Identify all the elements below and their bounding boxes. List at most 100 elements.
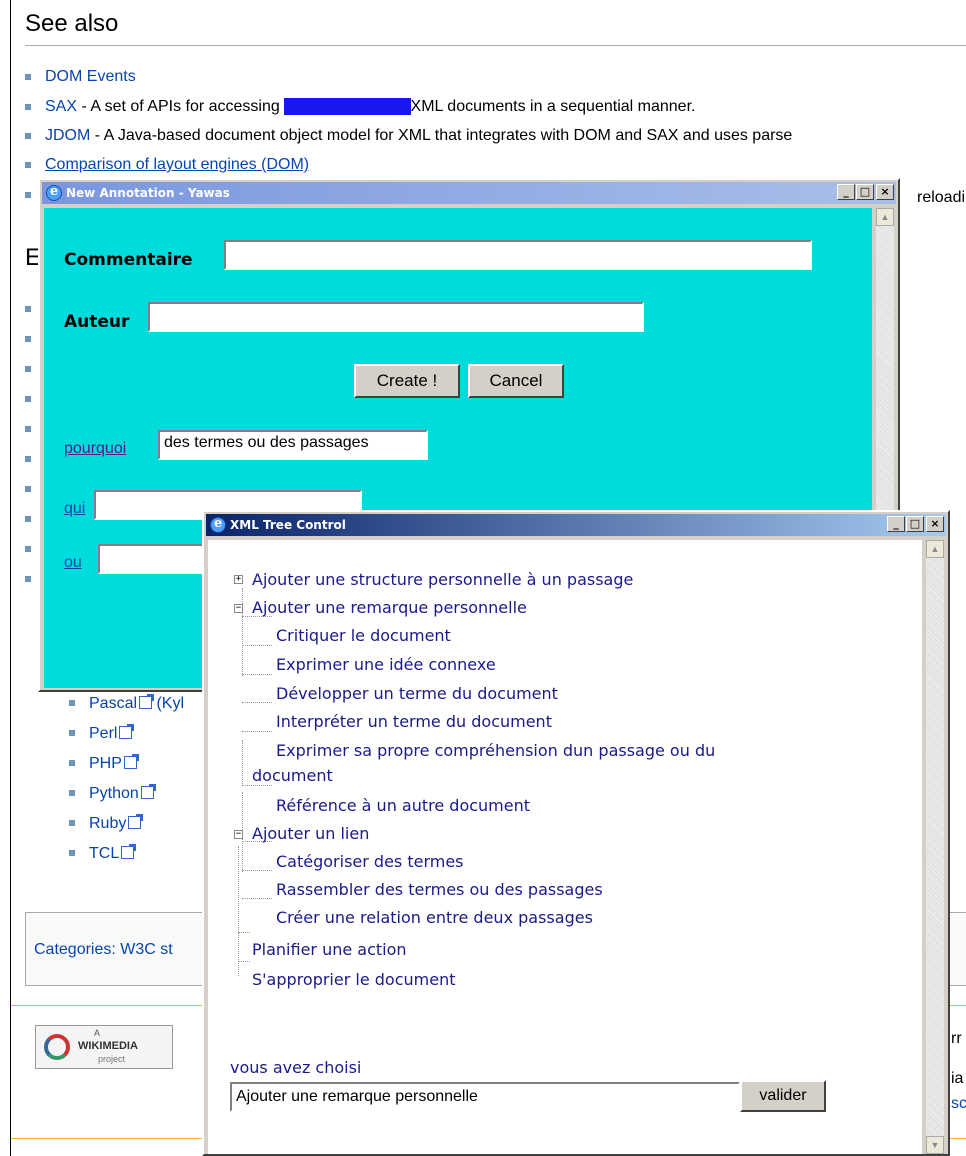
- commentaire-input[interactable]: [224, 240, 812, 270]
- window-controls: _ □ ×: [886, 516, 944, 532]
- bullet: [25, 546, 31, 552]
- tree-node[interactable]: Ajouter une structure personnelle à un p…: [252, 570, 633, 589]
- badge-text: WIKIMEDIA: [78, 1040, 138, 1052]
- bullet: [25, 576, 31, 582]
- title-bar[interactable]: XML Tree Control _□×: [206, 514, 946, 536]
- expand-icon[interactable]: +: [234, 575, 243, 584]
- external-link-icon: [121, 844, 137, 859]
- link-python[interactable]: Python: [89, 785, 139, 802]
- tree-node[interactable]: Ajouter un lien: [252, 824, 369, 843]
- external-link-icon: [123, 754, 139, 769]
- tree-connector: [238, 846, 239, 976]
- tree-connector: [242, 731, 272, 732]
- tree-node[interactable]: Créer une relation entre deux passages: [276, 908, 593, 927]
- heading-divider: [25, 45, 966, 46]
- external-link-icon: [140, 784, 156, 799]
- link-ruby[interactable]: Ruby: [89, 815, 126, 832]
- vertical-scrollbar[interactable]: ▲ ▼: [926, 540, 944, 1154]
- list-item-ruby: Ruby: [69, 814, 144, 833]
- auteur-input[interactable]: [148, 302, 644, 332]
- tree-node[interactable]: Exprimer une idée connexe: [276, 655, 496, 674]
- item-text: - A set of APIs for accessing: [77, 98, 285, 115]
- tree-node[interactable]: Référence à un autre document: [276, 796, 530, 815]
- bullet: [69, 760, 75, 766]
- link-comparison-layout-engines[interactable]: Comparison of layout engines (DOM): [45, 156, 309, 173]
- scroll-down-icon[interactable]: ▼: [926, 1136, 944, 1154]
- bullet: [25, 366, 31, 372]
- maximize-button[interactable]: □: [856, 184, 874, 200]
- tree-node[interactable]: document: [252, 766, 333, 785]
- create-button[interactable]: Create !: [354, 364, 460, 398]
- tree-node[interactable]: Rassembler des termes ou des passages: [276, 880, 603, 899]
- validate-button[interactable]: valider: [740, 1080, 826, 1112]
- link-sax[interactable]: SAX: [45, 98, 77, 115]
- list-item: Comparison of layout engines (DOM): [45, 156, 309, 174]
- footer-text: rr: [951, 1030, 962, 1047]
- link-pascal[interactable]: Pascal: [89, 695, 137, 712]
- commentaire-label: Commentaire: [64, 250, 193, 270]
- close-button[interactable]: ×: [876, 184, 894, 200]
- tree-view: + Ajouter une structure personnelle à un…: [208, 540, 922, 1154]
- footer-text: ia: [951, 1070, 964, 1087]
- tree-node[interactable]: Planifier une action: [252, 940, 407, 959]
- pourquoi-input[interactable]: des termes ou des passages: [158, 430, 428, 460]
- bullet: [25, 74, 31, 80]
- footer-link[interactable]: sc: [951, 1095, 966, 1113]
- tree-node[interactable]: Critiquer le document: [276, 626, 451, 645]
- list-item-pascal: Pascal (Kyl: [69, 694, 184, 713]
- tree-node[interactable]: Développer un terme du document: [276, 684, 558, 703]
- scroll-up-icon[interactable]: ▲: [876, 208, 894, 226]
- link-php[interactable]: PHP: [89, 755, 122, 772]
- ie-icon: [210, 516, 226, 533]
- bullet: [25, 396, 31, 402]
- window-controls: _ □ ×: [836, 184, 894, 200]
- pourquoi-link[interactable]: pourquoi: [64, 440, 126, 458]
- item-text: - A Java-based document object model for…: [90, 127, 793, 144]
- item-text: XML documents in a sequential manner.: [410, 98, 696, 115]
- maximize-button[interactable]: □: [906, 516, 924, 532]
- minimize-button[interactable]: _: [837, 184, 855, 200]
- qui-link[interactable]: qui: [64, 500, 85, 518]
- minimize-button[interactable]: _: [887, 516, 905, 532]
- scroll-up-icon[interactable]: ▲: [926, 540, 944, 558]
- tree-connector: [242, 785, 272, 786]
- tree-node[interactable]: Interpréter un terme du document: [276, 712, 552, 731]
- link-jdom[interactable]: JDOM: [45, 127, 90, 144]
- bullet: [69, 820, 75, 826]
- close-button[interactable]: ×: [926, 516, 944, 532]
- title-bar[interactable]: New Annotation - Yawas _□×: [42, 182, 896, 204]
- tree-connector: [242, 702, 272, 703]
- list-item: DOM Events: [45, 68, 136, 86]
- link-perl[interactable]: Perl: [89, 725, 117, 742]
- bullet: [25, 486, 31, 492]
- categories-text[interactable]: Categories: W3C st: [34, 941, 173, 959]
- chosen-input[interactable]: Ajouter une remarque personnelle: [230, 1082, 740, 1112]
- ou-link[interactable]: ou: [64, 554, 82, 572]
- link-dom-events[interactable]: DOM Events: [45, 68, 136, 85]
- xml-tree-window: XML Tree Control _□× + Ajouter une struc…: [202, 510, 950, 1156]
- tree-node[interactable]: Exprimer sa propre compréhension dun pas…: [276, 741, 715, 760]
- tree-node[interactable]: S'approprier le document: [252, 970, 455, 989]
- list-item-python: Python: [69, 784, 156, 803]
- collapse-icon[interactable]: −: [234, 830, 243, 839]
- wikimedia-badge[interactable]: A WIKIMEDIA project: [35, 1025, 173, 1069]
- highlighted-selection: and manipulating: [284, 98, 411, 115]
- tree-connector: [242, 740, 243, 786]
- tree-connector: [238, 932, 250, 933]
- bullet: [25, 336, 31, 342]
- cancel-button[interactable]: Cancel: [468, 364, 564, 398]
- external-link-icon: [128, 814, 144, 829]
- bullet: [25, 104, 31, 110]
- collapse-icon[interactable]: −: [234, 604, 243, 613]
- auteur-label: Auteur: [64, 312, 130, 332]
- bullet: [69, 700, 75, 706]
- bullet: [25, 456, 31, 462]
- link-tcl[interactable]: TCL: [89, 845, 119, 862]
- bullet: [25, 133, 31, 139]
- list-item: SAX - A set of APIs for accessing and ma…: [45, 98, 695, 116]
- list-item-php: PHP: [69, 754, 139, 773]
- tree-node[interactable]: Catégoriser des termes: [276, 852, 464, 871]
- bullet: [69, 730, 75, 736]
- tree-node[interactable]: Ajouter une remarque personnelle: [252, 598, 527, 617]
- tree-connector: [242, 588, 243, 676]
